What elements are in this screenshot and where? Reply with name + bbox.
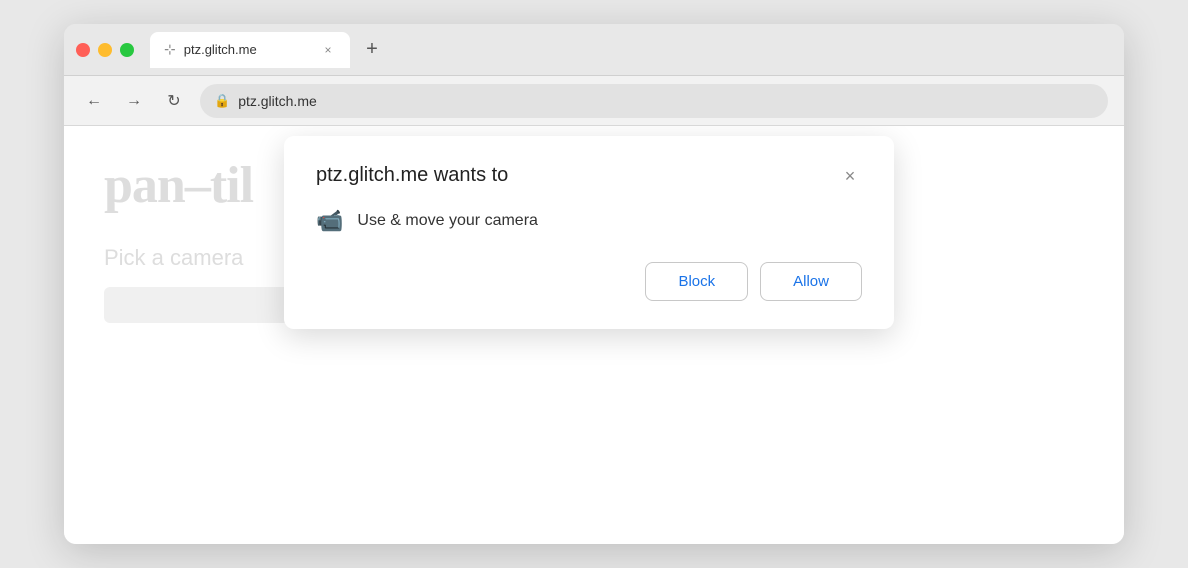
forward-icon: →	[126, 92, 142, 110]
nav-bar: ← → ↻ 🔒 ptz.glitch.me	[64, 76, 1124, 126]
popup-header: ptz.glitch.me wants to ×	[316, 164, 862, 188]
browser-tab[interactable]: ⊹ ptz.glitch.me ×	[150, 32, 350, 68]
forward-button[interactable]: →	[120, 87, 148, 115]
minimize-button[interactable]	[98, 43, 112, 57]
popup-buttons: Block Allow	[316, 262, 862, 301]
page-bg-title: pan–til	[104, 156, 304, 215]
popup-permission-row: 📹 Use & move your camera	[316, 208, 862, 234]
maximize-button[interactable]	[120, 43, 134, 57]
allow-button[interactable]: Allow	[760, 262, 862, 301]
page-background-content: pan–til Pick a camera	[104, 156, 304, 323]
close-button[interactable]	[76, 43, 90, 57]
popup-close-button[interactable]: ×	[838, 164, 862, 188]
block-button[interactable]: Block	[645, 262, 748, 301]
address-bar[interactable]: 🔒 ptz.glitch.me	[200, 84, 1108, 118]
title-bar: ⊹ ptz.glitch.me × +	[64, 24, 1124, 76]
back-button[interactable]: ←	[80, 87, 108, 115]
tab-title: ptz.glitch.me	[184, 42, 312, 57]
new-tab-button[interactable]: +	[358, 36, 386, 64]
permission-popup: ptz.glitch.me wants to × 📹 Use & move yo…	[284, 136, 894, 329]
browser-window: ⊹ ptz.glitch.me × + ← → ↻ 🔒 ptz.glitch.m…	[64, 24, 1124, 544]
traffic-lights	[76, 43, 134, 57]
back-icon: ←	[86, 92, 102, 110]
tab-drag-icon: ⊹	[164, 41, 176, 58]
page-content: pan–til Pick a camera ptz.glitch.me want…	[64, 126, 1124, 544]
tab-close-button[interactable]: ×	[320, 42, 336, 58]
permission-text: Use & move your camera	[357, 212, 538, 230]
camera-icon: 📹	[316, 208, 343, 234]
reload-button[interactable]: ↻	[160, 87, 188, 115]
page-bg-input	[104, 287, 304, 323]
lock-icon: 🔒	[214, 93, 230, 109]
popup-title: ptz.glitch.me wants to	[316, 164, 508, 187]
address-text: ptz.glitch.me	[238, 93, 317, 109]
page-bg-subtitle: Pick a camera	[104, 245, 304, 271]
reload-icon: ↻	[167, 91, 180, 111]
